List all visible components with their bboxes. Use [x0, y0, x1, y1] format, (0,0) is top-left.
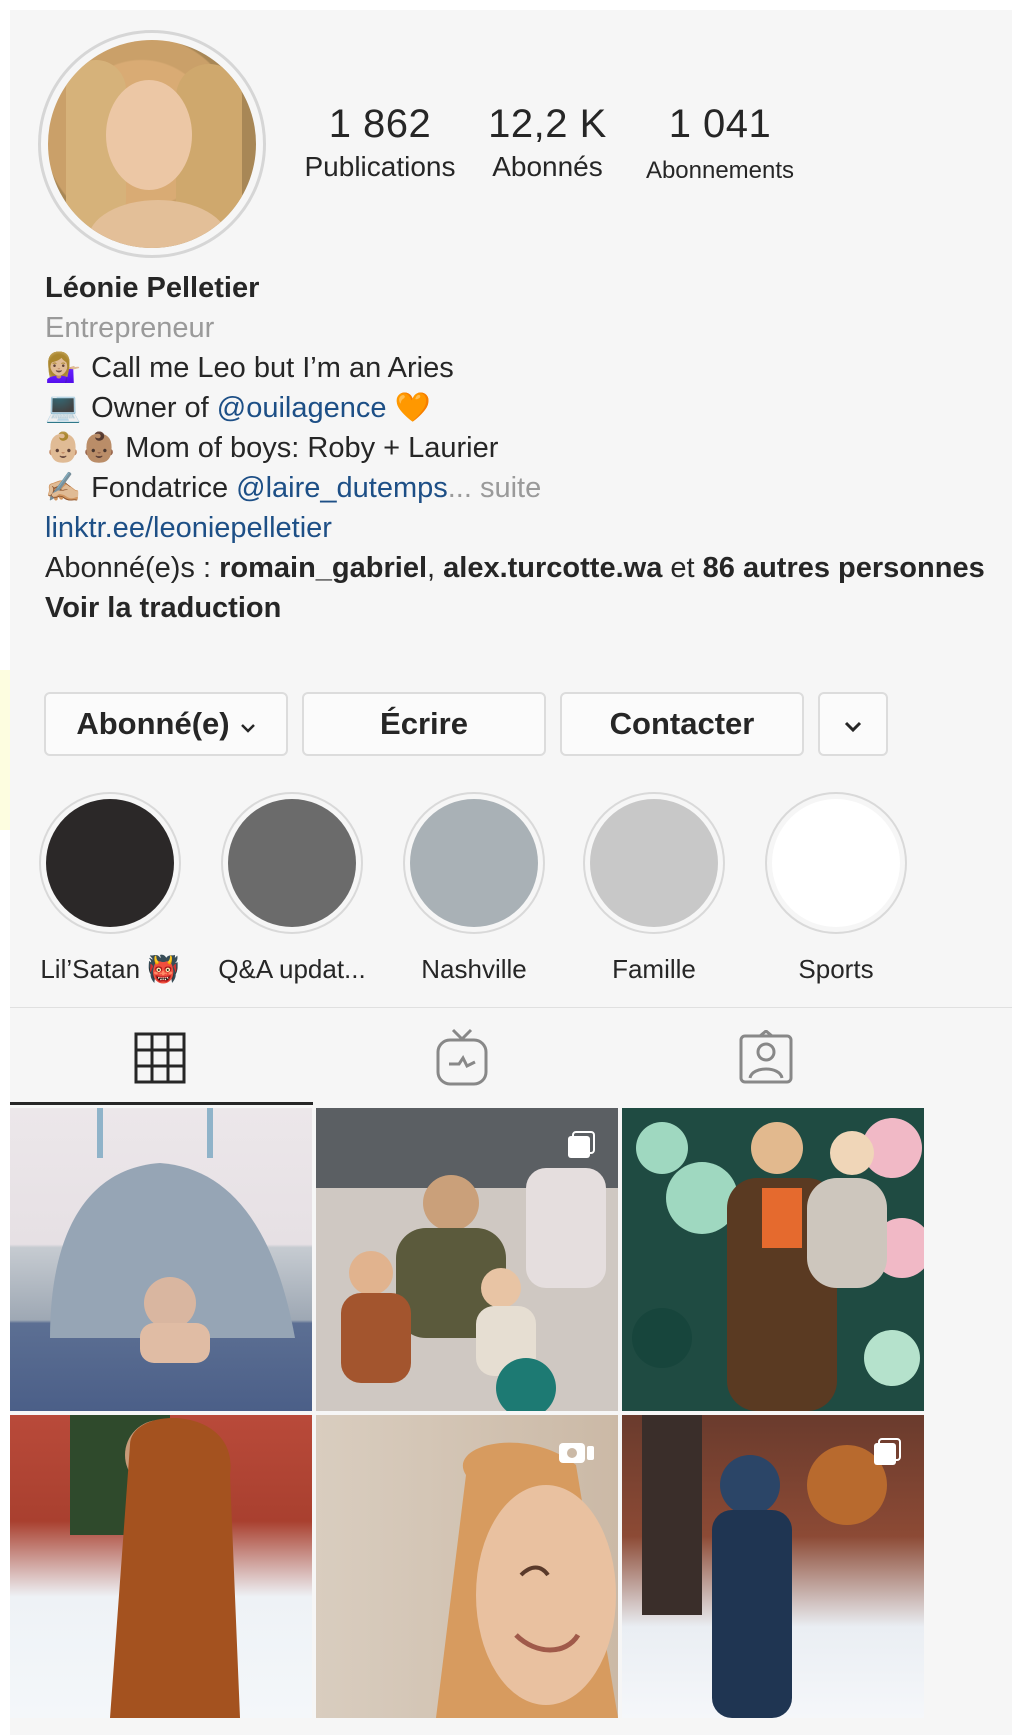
profile-tabs — [10, 1010, 1012, 1110]
stat-following-label: Abonnements — [645, 157, 795, 184]
bio-line-2-text: Owner of — [91, 392, 217, 424]
profile-category: Entrepreneur — [45, 312, 215, 344]
profile-stats: 1 862 Publications 12,2 K Abonnés 1 041 … — [300, 102, 920, 212]
highlight-label: Lil’Satan 👹 — [40, 954, 180, 984]
post-image — [50, 1108, 295, 1363]
following-button[interactable]: Abonné(e) — [44, 692, 288, 756]
chevron-down-icon — [843, 706, 863, 742]
mention-ouilagence[interactable]: @ouilagence — [217, 392, 387, 424]
followed-by-rest: 86 autres personnes — [702, 552, 985, 584]
screen-edge — [0, 670, 10, 830]
stat-followers-label: Abonnés — [492, 151, 603, 182]
active-tab-indicator — [10, 1102, 313, 1105]
followed-by-prefix: Abonné(e)s : — [45, 552, 220, 584]
avatar-photo — [48, 40, 256, 248]
contact-button[interactable]: Contacter — [560, 692, 804, 756]
multiple-posts-icon — [872, 1437, 902, 1467]
bio-line-4: ✍🏼 Fondatrice @laire_dutemps... suite — [45, 468, 995, 508]
following-button-label: Abonné(e) — [76, 706, 230, 741]
bio-line-3: 👶🏼👶🏽 Mom of boys: Roby + Laurier — [45, 428, 995, 468]
profile-actions: Abonné(e) Écrire Contacter — [44, 692, 994, 756]
stat-posts-count: 1 862 — [328, 102, 432, 146]
profile-name: Léonie Pelletier — [45, 272, 260, 304]
laptop-emoji-icon: 💻 — [45, 392, 82, 424]
tagged-icon — [738, 1028, 794, 1091]
profile-bio: Léonie Pelletier Entrepreneur 💁🏼‍♀️ Call… — [45, 268, 995, 628]
baby-emoji-icon: 👶🏼👶🏽 — [45, 432, 118, 464]
post-thumbnail[interactable] — [10, 1108, 312, 1411]
tab-tagged[interactable] — [616, 1010, 916, 1110]
followed-by-user-2: alex.turcotte.wa — [443, 552, 663, 584]
chevron-down-icon — [240, 706, 256, 742]
message-button[interactable]: Écrire — [302, 692, 546, 756]
highlight-cover — [221, 792, 363, 934]
tipping-hand-emoji-icon: 💁🏼‍♀️ — [45, 352, 82, 384]
stat-posts[interactable]: 1 862 Publications — [280, 102, 480, 183]
bio-line-2: 💻 Owner of @ouilagence 🧡 — [45, 388, 995, 428]
highlight-cover — [403, 792, 545, 934]
website-link[interactable]: linktr.ee/leoniepelletier — [45, 508, 995, 548]
orange-heart-emoji-icon: 🧡 — [394, 392, 431, 424]
story-highlights: Lil’Satan 👹 Q&A updat... Nashville Famil… — [10, 792, 1012, 992]
highlight-lil-satan[interactable]: Lil’Satan 👹 — [20, 792, 200, 985]
post-thumbnail[interactable] — [316, 1415, 618, 1718]
highlight-famille[interactable]: Famille — [564, 792, 744, 985]
post-thumbnail[interactable] — [622, 1415, 924, 1718]
tab-igtv[interactable] — [312, 1010, 612, 1110]
suggestions-dropdown-button[interactable] — [818, 692, 888, 756]
post-thumbnail[interactable] — [622, 1108, 924, 1411]
video-icon — [558, 1437, 596, 1467]
profile-avatar[interactable] — [38, 30, 266, 258]
profile-screen: 1 862 Publications 12,2 K Abonnés 1 041 … — [10, 10, 1012, 1735]
stat-followers[interactable]: 12,2 K Abonnés — [460, 102, 635, 183]
message-button-label: Écrire — [380, 706, 468, 741]
stat-following-count: 1 041 — [668, 102, 772, 146]
bio-line-4-text: Fondatrice — [91, 472, 237, 504]
post-thumbnail[interactable] — [10, 1415, 312, 1718]
highlight-cover — [583, 792, 725, 934]
multiple-posts-icon — [566, 1130, 596, 1160]
post-image — [632, 1118, 924, 1411]
highlight-label: Famille — [612, 954, 696, 984]
highlight-label: Nashville — [421, 954, 527, 984]
see-translation-link[interactable]: Voir la traduction — [45, 588, 995, 628]
post-image — [70, 1415, 240, 1718]
highlight-cover — [39, 792, 181, 934]
followed-by-sep: , — [427, 552, 444, 584]
stat-following[interactable]: 1 041 Abonnements — [630, 102, 810, 185]
highlight-cover — [765, 792, 907, 934]
contact-button-label: Contacter — [609, 706, 755, 741]
followed-by[interactable]: Abonné(e)s : romain_gabriel, alex.turcot… — [45, 548, 995, 588]
highlight-label: Q&A updat... — [218, 954, 366, 984]
bio-more-link[interactable]: ... suite — [448, 472, 542, 504]
followed-by-and: et — [662, 552, 703, 584]
tabs-divider — [10, 1007, 1012, 1008]
highlight-sports[interactable]: Sports — [746, 792, 926, 985]
bio-line-3-text: Mom of boys: Roby + Laurier — [125, 432, 499, 464]
post-thumbnail[interactable] — [316, 1108, 618, 1411]
followed-by-user-1: romain_gabriel — [219, 552, 428, 584]
highlight-qa-updates[interactable]: Q&A updat... — [202, 792, 382, 985]
tab-posts-grid[interactable] — [10, 1010, 310, 1110]
grid-icon — [134, 1032, 186, 1089]
stat-followers-count: 12,2 K — [488, 102, 607, 146]
highlight-label: Sports — [798, 954, 874, 984]
mention-laire-dutemps[interactable]: @laire_dutemps — [236, 472, 448, 504]
bio-line-1-text: Call me Leo but I’m an Aries — [91, 352, 454, 384]
igtv-icon — [435, 1028, 489, 1093]
highlight-nashville[interactable]: Nashville — [384, 792, 564, 985]
writing-hand-emoji-icon: ✍🏼 — [45, 472, 82, 504]
stat-posts-label: Publications — [304, 151, 456, 182]
bio-line-1: 💁🏼‍♀️ Call me Leo but I’m an Aries — [45, 348, 995, 388]
